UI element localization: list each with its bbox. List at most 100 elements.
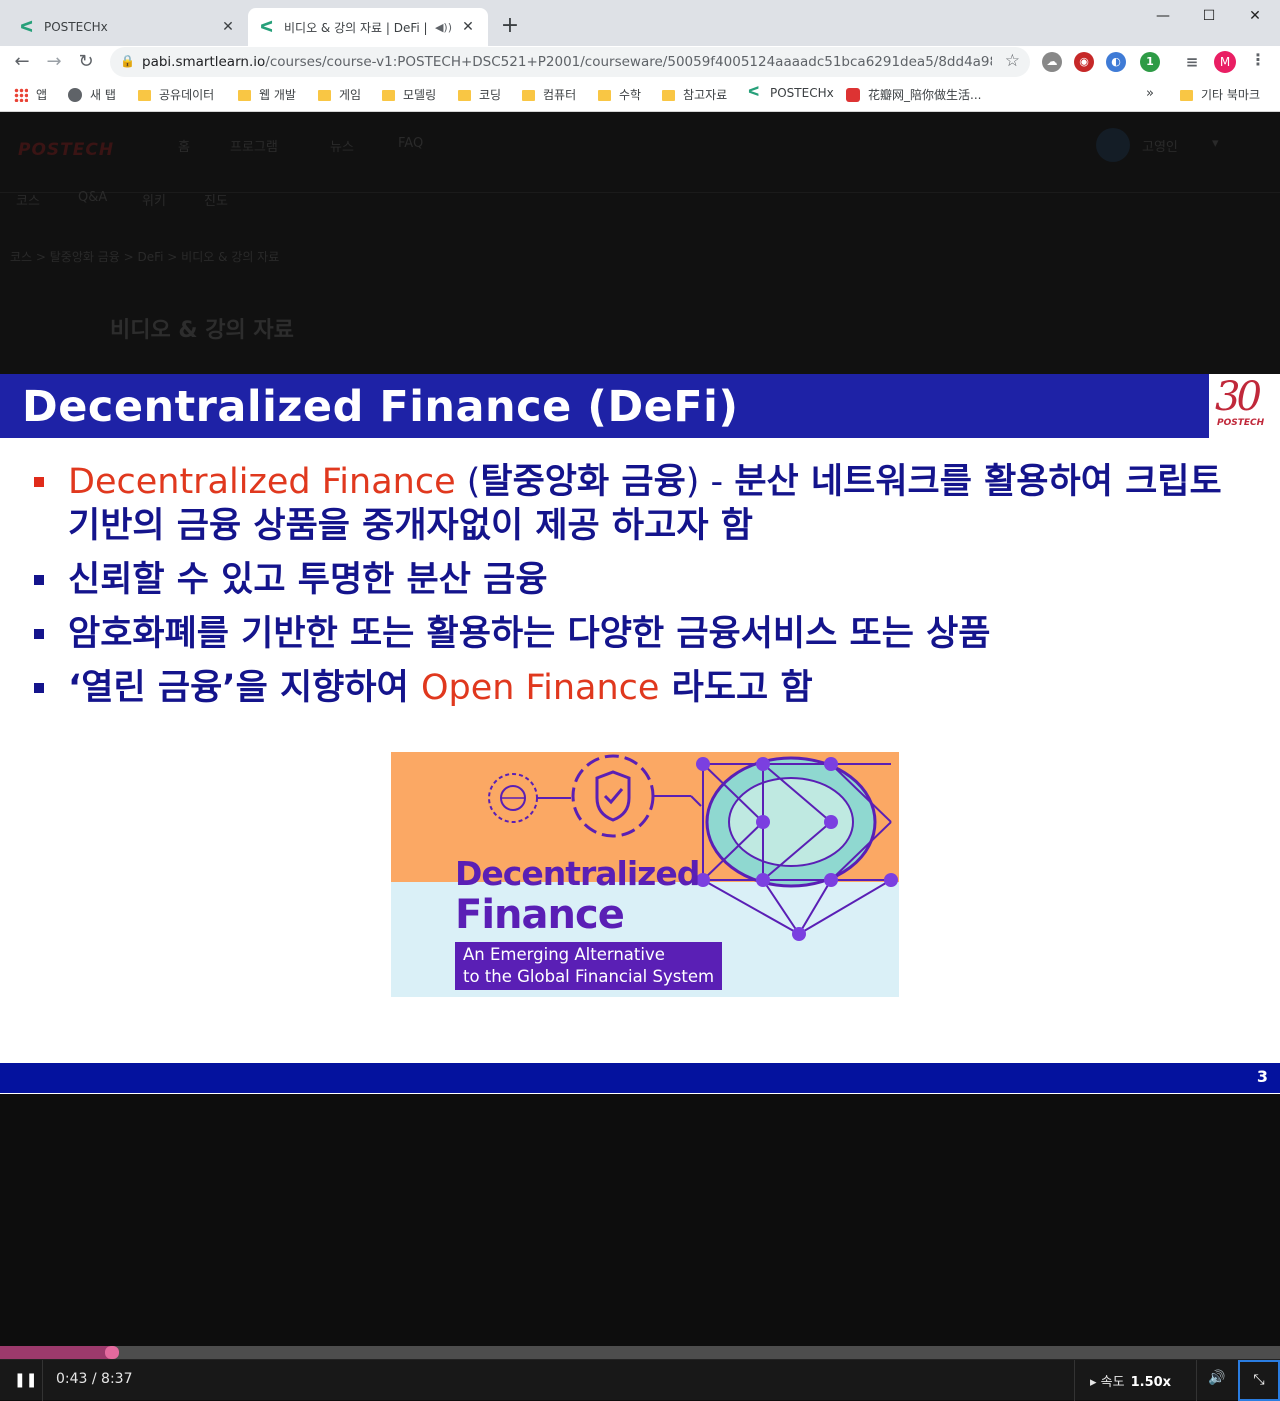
audio-playing-icon[interactable]: ◀︎)) <box>435 21 452 34</box>
control-divider <box>1196 1360 1197 1401</box>
logo-anniversary-number: 30 <box>1215 374 1262 420</box>
folder-icon <box>522 90 535 101</box>
bookmark-apps[interactable]: 앱 <box>14 86 47 103</box>
breadcrumb: 코스 > 탈중앙화 금융 > DeFi > 비디오 & 강의 자료 <box>10 250 280 264</box>
postech-30th-logo: 30 POSTECH <box>1209 374 1280 438</box>
bookmark-folder[interactable]: 웹 개발 <box>238 86 296 103</box>
bookmarks-bar: 앱 새 탭 공유데이터 웹 개발 게임 모델링 코딩 컴퓨터 수학 참고자료 ᐸ… <box>0 78 1280 112</box>
maximize-window-icon[interactable]: ☐ <box>1186 4 1232 28</box>
back-arrow-icon[interactable]: ← <box>10 50 34 74</box>
bookmark-folder[interactable]: 수학 <box>598 86 641 103</box>
course-tab-qa: Q&A <box>78 190 108 205</box>
control-divider <box>1074 1360 1075 1401</box>
browser-tab-postechx[interactable]: ᐸ POSTECHx ✕ <box>8 8 248 46</box>
url-text[interactable]: pabi.smartlearn.io/courses/course-v1:POS… <box>142 54 992 70</box>
pause-icon[interactable]: ❚❚ <box>14 1372 37 1388</box>
extension-blue-icon[interactable]: ◐ <box>1106 52 1126 72</box>
postechx-icon: ᐸ <box>748 85 760 100</box>
volume-icon[interactable]: 🔊 <box>1208 1370 1225 1386</box>
bookmark-folder[interactable]: 모델링 <box>382 86 436 103</box>
section-heading: 비디오 & 강의 자료 <box>110 318 294 343</box>
course-tab-course: 코스 <box>16 194 40 209</box>
slide-page-number: 3 <box>1256 1067 1268 1086</box>
huaban-icon <box>846 87 860 102</box>
site-logo: POSTECH <box>18 140 115 160</box>
bullet-item: 암호화폐를 기반한 또는 활용하는 다양한 금융서비스 또는 상품 <box>34 612 1234 656</box>
exit-fullscreen-icon[interactable]: ⤡ <box>1238 1360 1280 1401</box>
postechx-favicon-icon: ᐸ <box>260 18 274 36</box>
browser-tab-video[interactable]: ᐸ 비디오 & 강의 자료 | DeFi | D ◀︎)) ✕ <box>248 8 488 46</box>
playback-speed-button[interactable]: ▸ 속도 1.50x <box>1090 1371 1171 1390</box>
illustration-title-line2: Finance <box>455 892 625 938</box>
nav-news: 뉴스 <box>330 140 354 155</box>
illustration-subtitle: An Emerging Alternative to the Global Fi… <box>455 942 723 990</box>
video-progress-bar[interactable] <box>0 1346 1280 1359</box>
bookmark-star-icon[interactable]: ☆ <box>1005 51 1020 71</box>
reload-icon[interactable]: ↻ <box>74 50 98 74</box>
postechx-favicon-icon: ᐸ <box>20 18 34 36</box>
bookmark-new-tab[interactable]: 새 탭 <box>68 86 116 103</box>
folder-icon <box>318 90 331 101</box>
user-avatar-icon <box>1096 128 1130 162</box>
chevron-down-icon: ▾ <box>1212 136 1219 151</box>
control-divider <box>42 1360 43 1401</box>
bookmark-folder[interactable]: 코딩 <box>458 86 501 103</box>
folder-icon <box>138 90 151 101</box>
video-time-display: 0:43 / 8:37 <box>56 1371 133 1387</box>
slide-header-bar: Decentralized Finance (DeFi) <box>0 374 1209 438</box>
close-tab-icon[interactable]: ✕ <box>460 19 476 35</box>
address-bar[interactable]: 🔒 pabi.smartlearn.io/courses/course-v1:P… <box>110 47 1030 77</box>
bookmark-folder[interactable]: 공유데이터 <box>138 86 214 103</box>
bullet-square-icon <box>34 683 44 693</box>
video-progress-fill <box>0 1346 109 1359</box>
bookmark-folder[interactable]: 컴퓨터 <box>522 86 576 103</box>
folder-icon <box>1180 90 1193 101</box>
bookmark-postechx[interactable]: ᐸ POSTECHx <box>748 85 834 101</box>
course-tab-wiki: 위키 <box>142 194 166 209</box>
defi-illustration: Decentralized Finance An Emerging Altern… <box>391 752 899 997</box>
forward-arrow-icon[interactable]: → <box>42 50 66 74</box>
folder-icon <box>458 90 471 101</box>
minimize-window-icon[interactable]: — <box>1140 4 1186 28</box>
browser-tab-strip: ᐸ POSTECHx ✕ ᐸ 비디오 & 강의 자료 | DeFi | D ◀︎… <box>0 0 1280 46</box>
extension-red-icon[interactable]: ◉ <box>1074 52 1094 72</box>
folder-icon <box>238 90 251 101</box>
user-name: 고영인 <box>1142 140 1178 155</box>
video-scrubber-handle[interactable] <box>104 1346 119 1359</box>
profile-avatar[interactable]: M <box>1214 51 1236 73</box>
bookmark-folder[interactable]: 참고자료 <box>662 86 727 103</box>
bookmarks-overflow-button[interactable]: » <box>1146 86 1154 101</box>
bullet-item: 신뢰할 수 있고 투명한 분산 금융 <box>34 558 1234 602</box>
lock-icon: 🔒 <box>120 54 135 68</box>
other-bookmarks[interactable]: 기타 북마크 <box>1180 86 1260 103</box>
bullet-item: ‘열린 금융’을 지향하여 Open Finance 라도고 함 <box>34 666 1234 710</box>
new-tab-button[interactable]: + <box>498 14 522 38</box>
browser-menu-icon[interactable]: ⋮ <box>1250 50 1266 69</box>
lecture-slide[interactable]: Decentralized Finance (DeFi) 30 POSTECH … <box>0 374 1280 1094</box>
bookmark-folder[interactable]: 게임 <box>318 86 361 103</box>
close-window-icon[interactable]: ✕ <box>1232 4 1278 28</box>
close-tab-icon[interactable]: ✕ <box>220 19 236 35</box>
folder-icon <box>662 90 675 101</box>
nav-programs: 프로그램 <box>230 140 278 155</box>
extension-cloud-icon[interactable]: ☁ <box>1042 52 1062 72</box>
nav-faq: FAQ <box>398 136 424 151</box>
slide-bullet-list: Decentralized Finance (탈중앙화 금융) - 분산 네트워… <box>34 460 1234 720</box>
slide-title: Decentralized Finance (DeFi) <box>22 382 739 432</box>
slide-footer-bar: 3 <box>0 1063 1280 1093</box>
bookmark-huaban[interactable]: 花瓣网_陪你做生活... <box>846 86 981 103</box>
course-page-background: POSTECH 홈 프로그램 뉴스 FAQ 고영인 ▾ 코스 Q&A 위키 진도… <box>0 112 1280 374</box>
media-control-icon[interactable]: ≡ <box>1182 52 1202 72</box>
folder-icon <box>598 90 611 101</box>
globe-icon <box>68 87 82 102</box>
nav-divider <box>0 192 1280 193</box>
bullet-square-icon <box>34 477 44 487</box>
bullet-square-icon <box>34 629 44 639</box>
bullet-square-icon <box>34 575 44 585</box>
apps-icon <box>14 87 28 102</box>
illustration-title-line1: Decentralized <box>455 854 700 893</box>
logo-brand-text: POSTECH <box>1217 418 1265 428</box>
speed-caret-icon: ▸ <box>1090 1375 1097 1390</box>
bullet-item: Decentralized Finance (탈중앙화 금융) - 분산 네트워… <box>34 460 1234 548</box>
extension-shield-icon[interactable]: 1 <box>1140 52 1160 72</box>
